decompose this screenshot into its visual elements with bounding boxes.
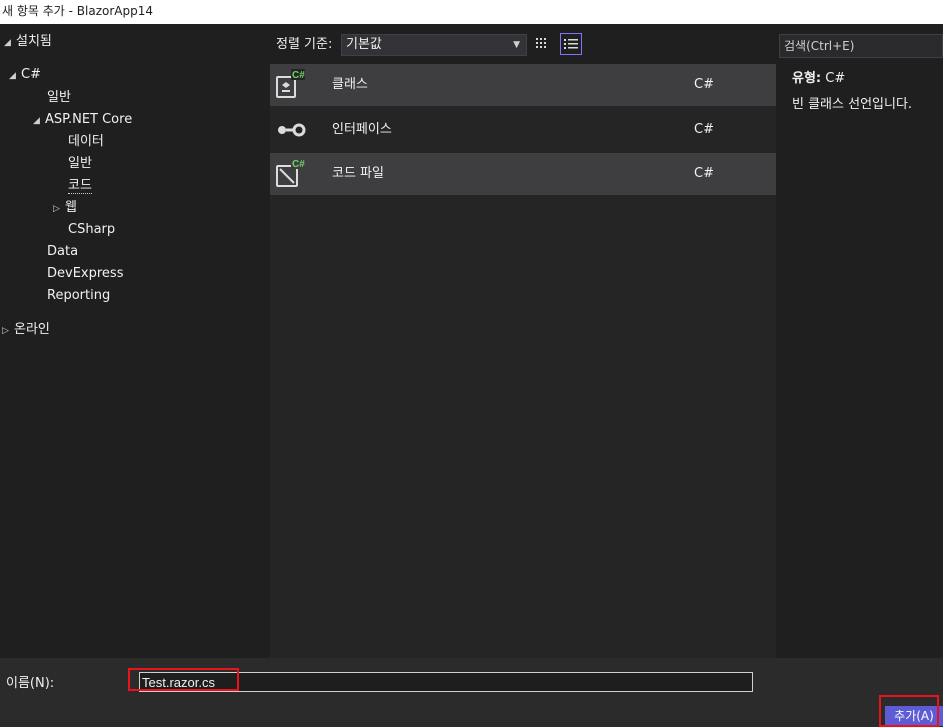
tree-item-csharp-folder[interactable]: CSharp — [68, 219, 115, 241]
expanded-arrow-icon[interactable]: ◢ — [33, 110, 45, 132]
chevron-down-icon: ▼ — [513, 40, 520, 50]
interface-icon — [278, 123, 306, 137]
tree-item-code[interactable]: 코드 — [68, 175, 92, 197]
tree-item-online[interactable]: ▷ 온라인 — [2, 319, 50, 341]
collapsed-arrow-icon[interactable]: ▷ — [53, 198, 65, 220]
grid-view-icon — [536, 38, 546, 48]
bottom-bar: 이름(N): 추가(A) — [0, 658, 943, 727]
list-view-button[interactable] — [560, 33, 582, 55]
description-text: 빈 클래스 선언입니다. — [792, 97, 913, 112]
tree-item-general[interactable]: 일반 — [47, 87, 71, 109]
description-type: 유형: C# — [792, 70, 943, 88]
add-button[interactable]: 추가(A) — [885, 706, 943, 726]
template-item-code-file[interactable]: C# 코드 파일 C# — [270, 153, 776, 195]
name-field[interactable] — [139, 672, 753, 692]
tree-item-reporting[interactable]: Reporting — [47, 285, 110, 307]
tree-item-data-ko[interactable]: 데이터 — [68, 131, 104, 153]
tree-item-web[interactable]: ▷ 웹 — [53, 197, 77, 219]
type-label: 유형: — [792, 71, 822, 86]
collapsed-arrow-icon[interactable]: ▷ — [2, 320, 14, 342]
tree-item-aspnet-core[interactable]: ◢ ASP.NET Core — [33, 109, 132, 131]
code-file-icon: C# — [276, 158, 305, 187]
expanded-arrow-icon[interactable]: ◢ — [9, 65, 21, 87]
svg-text:C#: C# — [292, 70, 305, 81]
class-icon: C# — [276, 69, 305, 98]
tree-item-devexpress[interactable]: DevExpress — [47, 263, 123, 285]
template-item-class[interactable]: C# 클래스 C# — [270, 64, 776, 106]
tree-item-csharp[interactable]: ◢ C# — [9, 64, 41, 86]
template-name: 인터페이스 — [332, 122, 392, 137]
window-title: 새 항목 추가 - BlazorApp14 — [0, 0, 943, 24]
template-language: C# — [694, 122, 714, 137]
template-language: C# — [694, 77, 714, 92]
tree-item-installed[interactable]: ◢ 설치됨 — [4, 31, 52, 53]
tree-item-data[interactable]: Data — [47, 241, 78, 263]
dialog-content: ◢ 설치됨 ◢ C# 일반 ◢ ASP.NET Core 데이터 일반 코드 ▷ 웹 C… — [0, 24, 943, 658]
sort-value: 기본값 — [346, 37, 382, 52]
grid-view-button[interactable] — [531, 33, 553, 55]
sort-label: 정렬 기준: — [276, 37, 333, 52]
template-language: C# — [694, 166, 714, 181]
svg-text:C#: C# — [292, 159, 305, 170]
tree-item-general-2[interactable]: 일반 — [68, 153, 92, 175]
list-view-icon — [564, 39, 578, 49]
template-list: C# 클래스 C# 인터페이스 C# C# 코드 파일 C# — [270, 64, 776, 658]
search-input[interactable]: 검색(Ctrl+E) — [779, 34, 943, 58]
template-name: 클래스 — [332, 77, 368, 92]
sort-dropdown[interactable]: 기본값 ▼ — [341, 34, 527, 56]
template-category-tree: ◢ 설치됨 ◢ C# 일반 ◢ ASP.NET Core 데이터 일반 코드 ▷ 웹 C… — [0, 24, 268, 658]
template-name: 코드 파일 — [332, 166, 384, 181]
type-value: C# — [825, 71, 846, 86]
expanded-arrow-icon[interactable]: ◢ — [4, 32, 16, 54]
name-label: 이름(N): — [6, 676, 55, 691]
template-item-interface[interactable]: 인터페이스 C# — [270, 109, 776, 151]
template-description: 유형: C# 빈 클래스 선언입니다. — [792, 70, 943, 114]
